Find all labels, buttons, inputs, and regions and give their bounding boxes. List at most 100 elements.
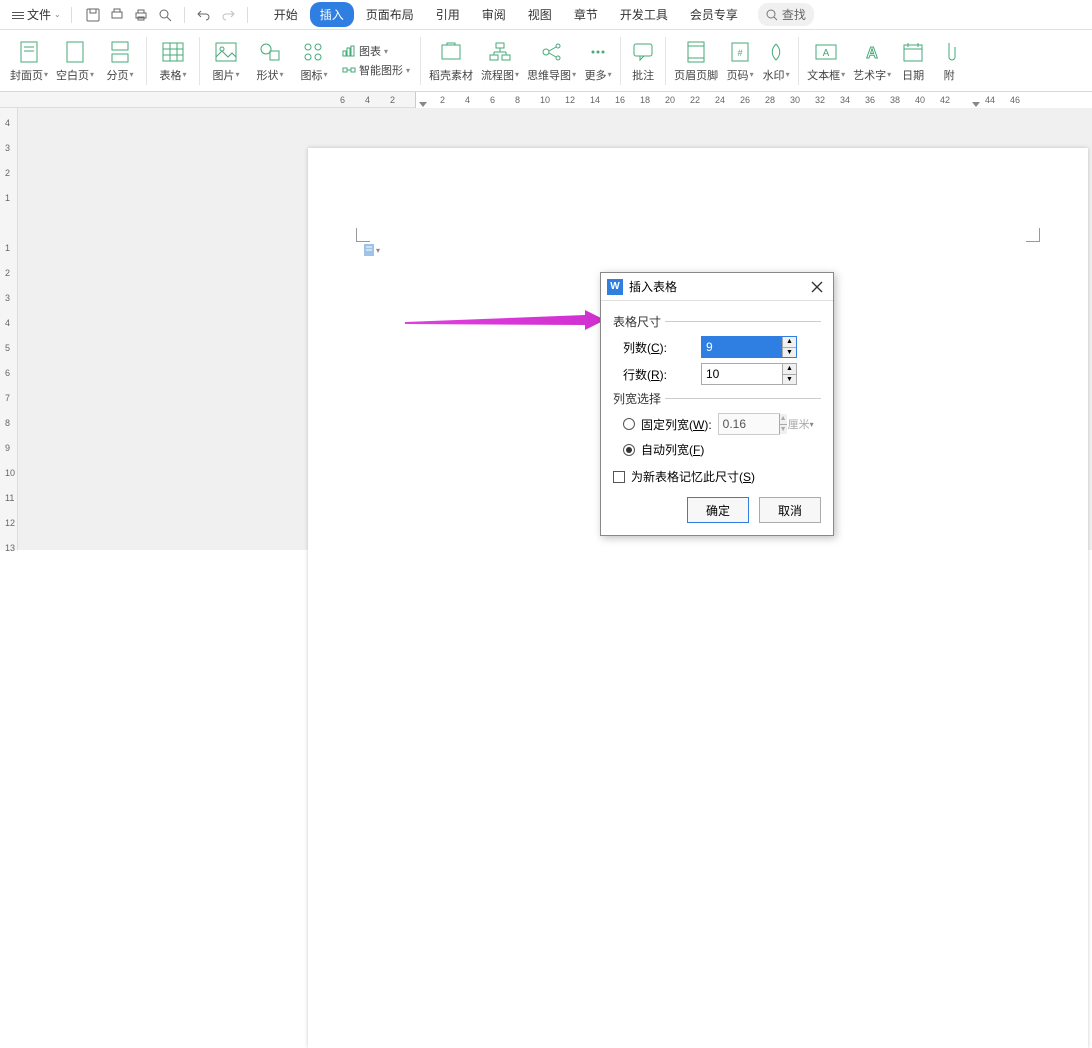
picture-button[interactable]: 图片▾ <box>204 37 248 85</box>
tab-chapter[interactable]: 章节 <box>564 2 608 27</box>
comment-icon <box>630 39 656 65</box>
blank-page-button[interactable]: 空白页▾ <box>52 37 98 85</box>
wordart-button[interactable]: A艺术字▾ <box>849 37 895 85</box>
indent-marker[interactable] <box>419 102 427 107</box>
vertical-ruler[interactable]: 4 3 2 1 1 2 3 4 5 6 7 8 9 10 11 12 13 <box>0 108 18 550</box>
columns-input[interactable] <box>702 337 782 357</box>
spin-down-icon: ▼ <box>780 425 787 435</box>
fixed-width-spinner: ▲▼ <box>718 413 780 435</box>
watermark-icon <box>763 39 789 65</box>
tab-pagelayout[interactable]: 页面布局 <box>356 2 424 27</box>
spin-up-icon[interactable]: ▲ <box>783 364 796 375</box>
smartart-button[interactable]: 智能图形▾ <box>342 61 410 79</box>
file-menu[interactable]: 文件 ⌄ <box>6 4 67 25</box>
fixed-width-row: 固定列宽(W): ▲▼ 厘米▾ <box>623 413 821 435</box>
rows-input[interactable] <box>702 364 782 384</box>
watermark-button[interactable]: 水印▾ <box>758 37 794 85</box>
separator <box>620 37 621 85</box>
redo-icon[interactable] <box>219 6 237 24</box>
search-box[interactable]: 查找 <box>758 3 814 26</box>
page-break-icon <box>107 39 133 65</box>
chart-icon <box>342 45 356 57</box>
tab-insert[interactable]: 插入 <box>310 2 354 27</box>
dialog-titlebar[interactable]: W 插入表格 <box>601 273 833 301</box>
page-break-button[interactable]: 分页▾ <box>98 37 142 85</box>
separator <box>420 37 421 85</box>
tab-devtools[interactable]: 开发工具 <box>610 2 678 27</box>
chevron-down-icon: ▾ <box>376 246 380 255</box>
spin-down-icon[interactable]: ▼ <box>783 348 796 358</box>
date-button[interactable]: 日期 <box>895 37 931 85</box>
wordart-icon: A <box>859 39 885 65</box>
separator <box>146 37 147 85</box>
picture-icon <box>213 39 239 65</box>
remember-checkbox[interactable] <box>613 471 625 483</box>
tab-start[interactable]: 开始 <box>264 2 308 27</box>
chevron-down-icon: ⌄ <box>54 10 61 19</box>
search-label: 查找 <box>782 6 806 23</box>
fixed-width-radio[interactable] <box>623 418 635 430</box>
preview-icon[interactable] <box>156 6 174 24</box>
auto-width-radio[interactable] <box>623 444 635 456</box>
horizontal-ruler[interactable]: 6 4 2 2 4 6 8 10 12 14 16 18 20 22 24 26… <box>0 92 1092 108</box>
spin-up-icon[interactable]: ▲ <box>783 337 796 348</box>
header-footer-icon <box>683 39 709 65</box>
cover-page-button[interactable]: 封面页▾ <box>6 37 52 85</box>
tab-member[interactable]: 会员专享 <box>680 2 748 27</box>
attachment-button[interactable]: 附 <box>931 37 967 85</box>
cancel-button[interactable]: 取消 <box>759 497 821 523</box>
flowchart-button[interactable]: 流程图▾ <box>477 37 523 85</box>
quick-access-toolbar <box>84 6 252 24</box>
annotation-arrow <box>405 310 605 340</box>
dialog-body: 表格尺寸 列数(C): ▲▼ 行数(R): ▲▼ 列宽选择 固定列宽(W): ▲… <box>601 301 833 535</box>
blank-page-icon <box>62 39 88 65</box>
print-icon[interactable] <box>132 6 150 24</box>
shapes-button[interactable]: 形状▾ <box>248 37 292 85</box>
more-button[interactable]: 更多▾ <box>580 37 616 85</box>
tab-view[interactable]: 视图 <box>518 2 562 27</box>
hamburger-icon <box>12 10 24 20</box>
save-icon[interactable] <box>84 6 102 24</box>
header-footer-button[interactable]: 页眉页脚 <box>670 37 722 85</box>
icons-icon <box>301 39 327 65</box>
separator <box>247 7 248 23</box>
undo-icon[interactable] <box>195 6 213 24</box>
icons-button[interactable]: 图标▾ <box>292 37 336 85</box>
ok-button[interactable]: 确定 <box>687 497 749 523</box>
chart-button[interactable]: 图表▾ <box>342 42 410 60</box>
textbox-icon: A <box>813 39 839 65</box>
print-preview-icon[interactable] <box>108 6 126 24</box>
paragraph-control-icon[interactable]: ▾ <box>363 243 380 257</box>
cover-page-icon <box>16 39 42 65</box>
close-icon <box>811 281 823 293</box>
docer-button[interactable]: 稻壳素材 <box>425 37 477 85</box>
tab-references[interactable]: 引用 <box>426 2 470 27</box>
rows-spinner[interactable]: ▲▼ <box>701 363 797 385</box>
svg-text:A: A <box>866 45 878 62</box>
right-indent-marker[interactable] <box>972 102 980 107</box>
docer-icon <box>438 39 464 65</box>
columns-spinner[interactable]: ▲▼ <box>701 336 797 358</box>
spin-up-icon: ▲ <box>780 414 787 425</box>
comment-button[interactable]: 批注 <box>625 37 661 85</box>
fixed-width-input <box>719 414 779 434</box>
smartart-icon <box>342 64 356 76</box>
textbox-button[interactable]: A文本框▾ <box>803 37 849 85</box>
insert-table-dialog: W 插入表格 表格尺寸 列数(C): ▲▼ 行数(R): ▲▼ 列宽选择 固定列… <box>600 272 834 536</box>
date-icon <box>900 39 926 65</box>
page-number-button[interactable]: #页码▾ <box>722 37 758 85</box>
shapes-icon <box>257 39 283 65</box>
table-button[interactable]: 表格▾ <box>151 37 195 85</box>
svg-text:A: A <box>823 48 830 59</box>
more-icon <box>585 39 611 65</box>
file-label: 文件 <box>27 6 51 23</box>
spin-down-icon[interactable]: ▼ <box>783 375 796 385</box>
rows-label: 行数(R): <box>623 366 693 383</box>
mindmap-button[interactable]: 思维导图▾ <box>523 37 580 85</box>
dialog-buttons: 确定 取消 <box>613 497 821 523</box>
separator <box>71 7 72 23</box>
close-button[interactable] <box>807 277 827 297</box>
tab-review[interactable]: 审阅 <box>472 2 516 27</box>
chart-smartart-group: 图表▾ 智能图形▾ <box>336 42 416 79</box>
flowchart-icon <box>487 39 513 65</box>
